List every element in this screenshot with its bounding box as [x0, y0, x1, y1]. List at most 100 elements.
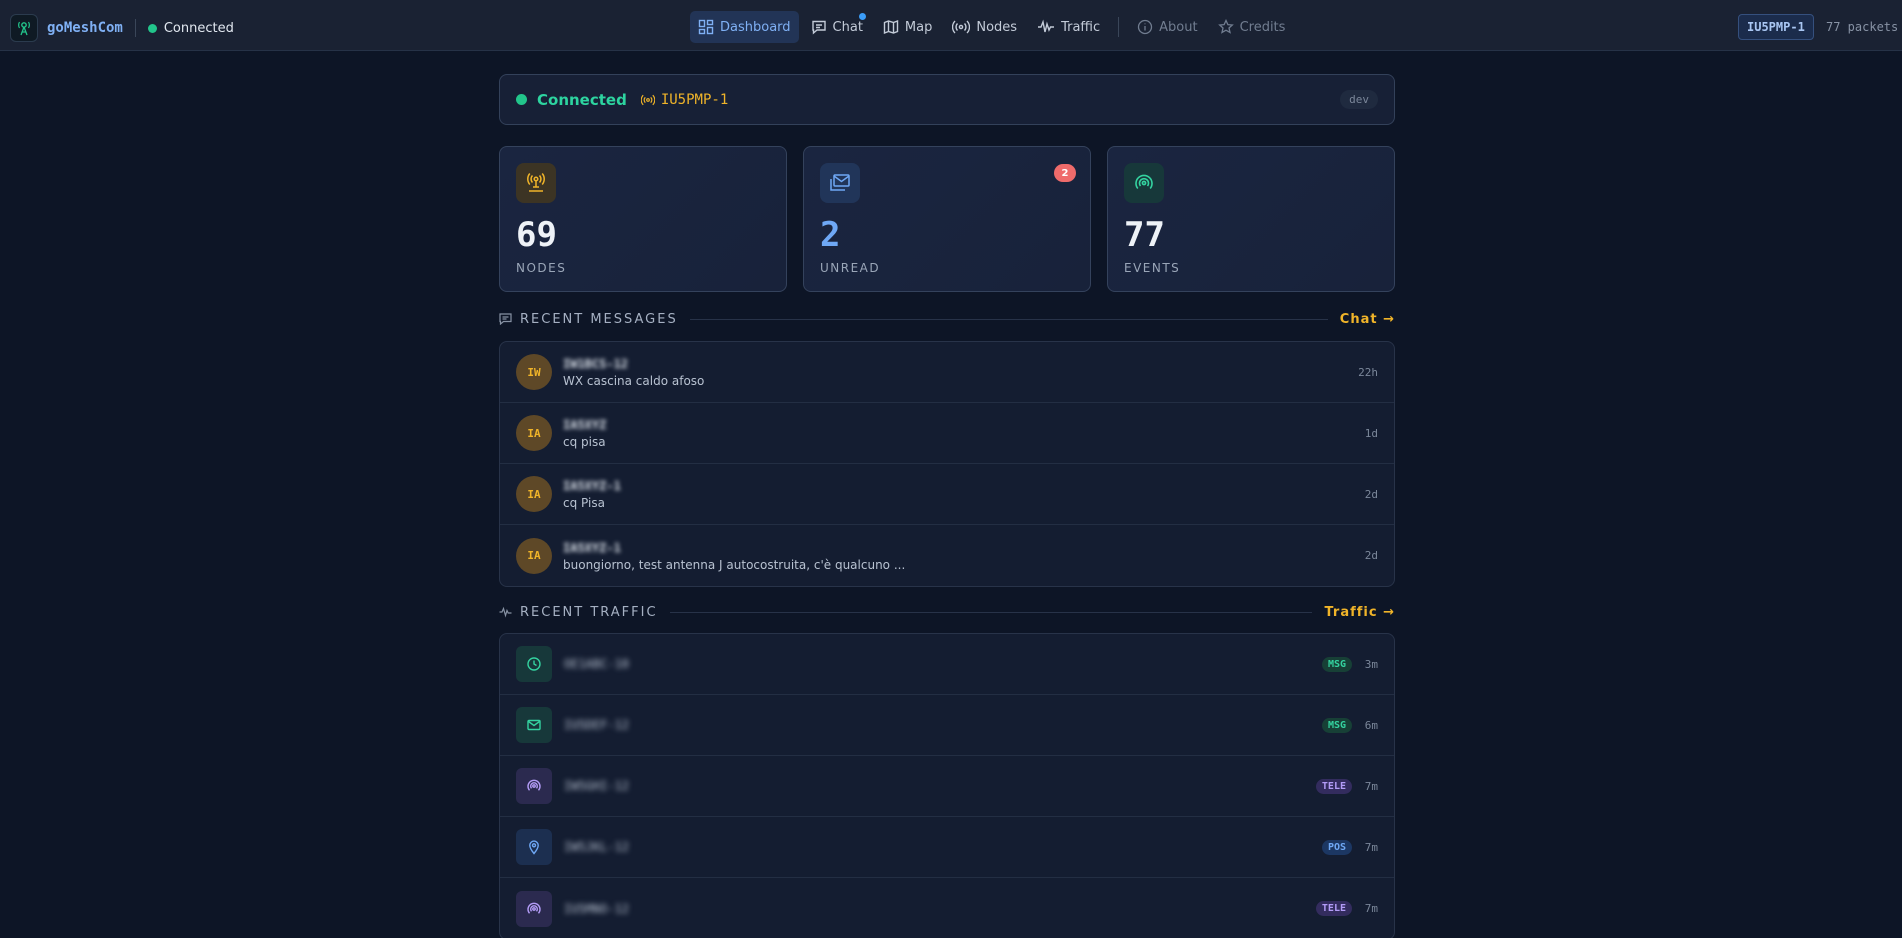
nav-chat-label: Chat: [832, 19, 863, 35]
nav-credits[interactable]: Credits: [1210, 11, 1294, 43]
avatar: IA: [516, 415, 552, 451]
message-icon: [499, 313, 512, 325]
nav-divider: [1118, 17, 1120, 37]
traffic-time: 6m: [1364, 718, 1378, 732]
unread-indicator: [858, 13, 866, 20]
map-icon: [883, 19, 899, 35]
traffic-node: IU5DEF-12: [564, 718, 630, 732]
avatar: IA: [516, 476, 552, 512]
antenna-icon: [516, 163, 556, 203]
main-nav: Dashboard Chat Map Nodes Traffic About C…: [690, 11, 1297, 43]
nav-credits-label: Credits: [1239, 19, 1286, 35]
app-name: goMeshCom: [47, 20, 123, 36]
connection-status-dot: [147, 23, 157, 33]
events-count: 77: [1124, 215, 1165, 255]
message-time: 22h: [1358, 365, 1378, 379]
recent-traffic-list: OE1ABC-10 MSG 3m IU5DEF-12 MSG 6m IW5GHI…: [499, 633, 1395, 938]
message-sender: IW1BCS-12: [563, 357, 629, 371]
traffic-type-badge: TELE: [1315, 901, 1352, 916]
inbox-icon: [820, 163, 860, 203]
status-callsign-text: IU5PMP-1: [660, 91, 729, 108]
avatar: IA: [516, 537, 552, 574]
top-bar: goMeshCom Connected Dashboard Chat Map N…: [0, 0, 1902, 51]
traffic-time: 7m: [1364, 779, 1378, 793]
chat-link[interactable]: Chat →: [1340, 312, 1395, 327]
traffic-type-badge: MSG: [1321, 717, 1352, 733]
callsign-badge[interactable]: IU5PMP-1: [1738, 14, 1814, 40]
traffic-node: OE1ABC-10: [564, 657, 630, 671]
message-sender: IA5XYZ-1: [563, 479, 621, 493]
unread-count: 2: [820, 215, 841, 255]
signal-icon: [516, 890, 552, 927]
chat-icon: [811, 20, 826, 35]
nav-chat[interactable]: Chat: [803, 11, 871, 43]
message-sender: IA5XYZ-1: [563, 540, 621, 555]
signal-icon: [1124, 163, 1164, 203]
unread-stat-card[interactable]: 2 UNREAD 2: [803, 146, 1091, 292]
section-title: RECENT MESSAGES: [520, 311, 678, 327]
recent-messages-list: IW IW1BCS-12 WX cascina caldo afoso 22h …: [499, 341, 1395, 587]
unread-badge: 2: [1054, 164, 1076, 182]
mail-icon: [516, 707, 552, 743]
radio-icon: [952, 20, 971, 34]
recent-messages-header: RECENT MESSAGES Chat →: [499, 309, 1395, 329]
message-time: 2d: [1364, 549, 1378, 562]
traffic-row[interactable]: IW5GHI-12 TELE 7m: [500, 756, 1394, 817]
clock-icon: [516, 646, 552, 682]
events-caption: EVENTS: [1124, 261, 1181, 275]
status-label: Connected: [537, 90, 627, 109]
message-sender: IA5XYZ: [563, 418, 607, 432]
nav-map[interactable]: Map: [875, 11, 940, 43]
nav-nodes[interactable]: Nodes: [944, 11, 1025, 43]
traffic-node: IW5JKL-12: [564, 840, 630, 854]
dashboard-icon: [698, 19, 714, 35]
radio-icon: [640, 94, 655, 105]
message-row[interactable]: IA IA5XYZ-1 cq Pisa 2d: [500, 464, 1394, 525]
nodes-count: 69: [516, 215, 557, 255]
traffic-row[interactable]: IU5MNO-12 TELE 7m: [500, 878, 1394, 938]
nav-dashboard[interactable]: Dashboard: [690, 11, 799, 43]
traffic-row[interactable]: OE1ABC-10 MSG 3m: [500, 634, 1394, 695]
environment-badge: dev: [1340, 90, 1378, 109]
traffic-row[interactable]: IW5JKL-12 POS 7m: [500, 817, 1394, 878]
section-title: RECENT TRAFFIC: [520, 604, 658, 620]
pin-icon: [516, 829, 552, 865]
message-text: WX cascina caldo afoso: [563, 374, 705, 388]
activity-icon: [1038, 19, 1055, 33]
divider: [689, 318, 1328, 320]
nav-map-label: Map: [904, 19, 933, 35]
nodes-caption: NODES: [516, 261, 567, 275]
traffic-row[interactable]: IU5DEF-12 MSG 6m: [500, 695, 1394, 756]
divider: [134, 19, 136, 37]
connection-card: Connected IU5PMP-1 dev: [499, 74, 1395, 125]
traffic-time: 7m: [1364, 840, 1378, 854]
message-text: buongiorno, test antenna J autocostruita…: [563, 557, 906, 572]
nav-traffic[interactable]: Traffic: [1029, 11, 1108, 43]
traffic-node: IU5MNO-12: [564, 901, 630, 916]
status-dot: [516, 94, 527, 105]
nav-dashboard-label: Dashboard: [720, 19, 791, 35]
traffic-time: 3m: [1364, 657, 1378, 671]
nav-about[interactable]: About: [1129, 11, 1205, 43]
traffic-type-badge: MSG: [1321, 656, 1352, 672]
message-row[interactable]: IW IW1BCS-12 WX cascina caldo afoso 22h: [500, 342, 1394, 403]
traffic-link[interactable]: Traffic →: [1324, 605, 1395, 620]
message-text: cq Pisa: [563, 496, 605, 510]
signal-icon: [516, 768, 552, 804]
star-icon: [1217, 19, 1234, 34]
traffic-time: 7m: [1364, 902, 1378, 915]
message-row[interactable]: IA IA5XYZ-1 buongiorno, test antenna J a…: [500, 525, 1394, 586]
brand[interactable]: goMeshCom Connected: [10, 14, 234, 42]
message-row[interactable]: IA IA5XYZ cq pisa 1d: [500, 403, 1394, 464]
divider: [669, 611, 1313, 613]
activity-icon: [499, 606, 512, 618]
traffic-type-badge: TELE: [1315, 778, 1352, 794]
info-icon: [1137, 19, 1153, 35]
events-stat-card[interactable]: 77 EVENTS: [1107, 146, 1395, 292]
nav-nodes-label: Nodes: [976, 19, 1018, 35]
nodes-stat-card[interactable]: 69 NODES: [499, 146, 787, 292]
message-time: 2d: [1364, 487, 1378, 501]
message-text: cq pisa: [563, 435, 606, 449]
message-time: 1d: [1364, 426, 1378, 440]
nav-traffic-label: Traffic: [1061, 19, 1101, 35]
